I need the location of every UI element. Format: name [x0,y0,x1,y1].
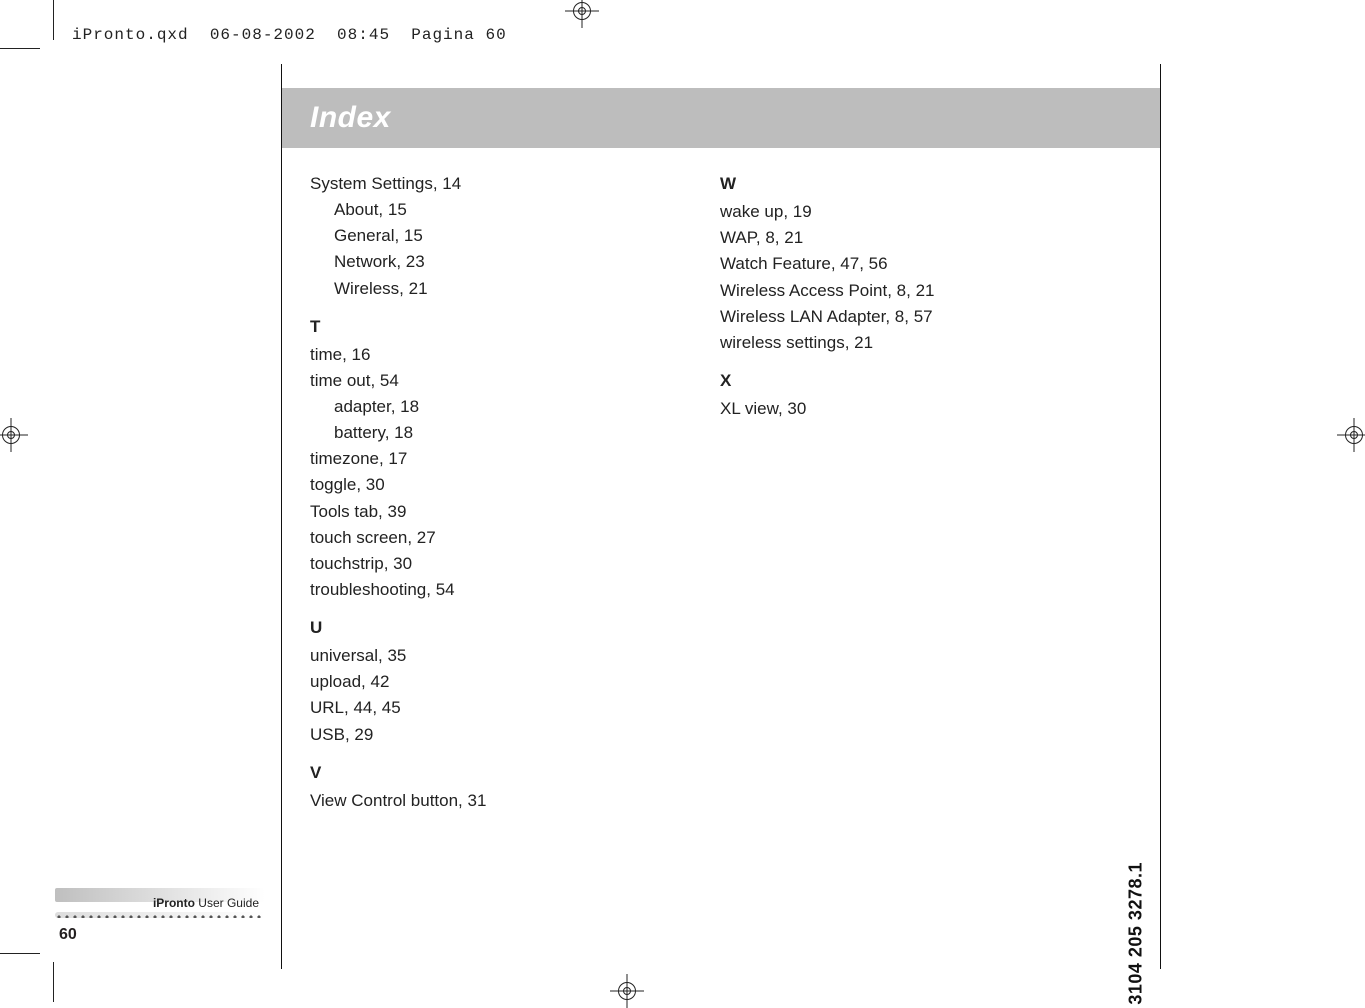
index-col-1: System Settings, 14About, 15General, 15N… [310,172,610,815]
index-entry: Wireless Access Point, 8, 21 [720,279,1020,303]
crop-mark [53,0,54,40]
index-entry: toggle, 30 [310,473,610,497]
index-entry: time out, 54 [310,369,610,393]
section-title-band: Index [282,88,1160,148]
section-title: Index [310,101,391,135]
index-entry: Watch Feature, 47, 56 [720,252,1020,276]
index-entry: touchstrip, 30 [310,552,610,576]
page-number: 60 [55,926,265,944]
index-columns: System Settings, 14About, 15General, 15N… [310,172,1110,815]
index-entry: upload, 42 [310,670,610,694]
index-entry: time, 16 [310,343,610,367]
index-entry: WAP, 8, 21 [720,226,1020,250]
file-stamp: iPronto.qxd 06-08-2002 08:45 Pagina 60 [72,26,507,44]
index-letter-X: X [720,369,1020,393]
spine-code: 3104 205 3278.1 [1126,862,1147,1005]
index-entry: wireless settings, 21 [720,331,1020,355]
registration-mark-left [0,418,28,452]
index-entry: universal, 35 [310,644,610,668]
index-entry: troubleshooting, 54 [310,578,610,602]
crop-mark [0,953,40,954]
index-letter-T: T [310,315,610,339]
trim-rule-right [1160,64,1161,969]
crop-mark [53,962,54,1002]
index-entry: XL view, 30 [720,397,1020,421]
registration-mark-bottom [610,974,644,1008]
index-group-U: universal, 35upload, 42URL, 44, 45 USB, 2… [310,644,610,747]
index-entry: View Control button, 31 [310,789,610,813]
crop-mark [0,48,40,49]
index-entry: timezone, 17 [310,447,610,471]
badge-label: iPronto User Guide [55,896,265,910]
index-group-T: time, 16time out, 54adapter, 18battery, … [310,343,610,602]
index-entry: wake up, 19 [720,200,1020,224]
index-entry: battery, 18 [310,421,610,445]
index-entry: USB, 29 [310,723,610,747]
index-entry: adapter, 18 [310,395,610,419]
index-entry: touch screen, 27 [310,526,610,550]
index-entry: URL, 44, 45 [310,696,610,720]
index-col-2: W wake up, 19WAP, 8, 21Watch Feature, 47… [720,172,1020,815]
trim-rule-left [281,64,282,969]
index-entry: Tools tab, 39 [310,500,610,524]
page-badge: iPronto User Guide 60 [55,888,265,944]
index-entry: System Settings, 14 [310,172,610,196]
registration-mark-top [565,0,599,28]
index-entry: Network, 23 [310,250,610,274]
index-group-continued: System Settings, 14About, 15General, 15N… [310,172,610,301]
index-entry: Wireless, 21 [310,277,610,301]
registration-mark-right [1337,418,1365,452]
index-entry: About, 15 [310,198,610,222]
badge-guide: User Guide [198,896,259,910]
index-letter-V: V [310,761,610,785]
index-group-V: View Control button, 31 [310,789,610,813]
index-letter-U: U [310,616,610,640]
badge-dots [55,912,265,918]
index-entry: General, 15 [310,224,610,248]
index-entry: Wireless LAN Adapter, 8, 57 [720,305,1020,329]
index-group-X: XL view, 30 [720,397,1020,421]
badge-product: iPronto [153,896,195,910]
index-group-W: wake up, 19WAP, 8, 21Watch Feature, 47, … [720,200,1020,355]
index-letter-W: W [720,172,1020,196]
